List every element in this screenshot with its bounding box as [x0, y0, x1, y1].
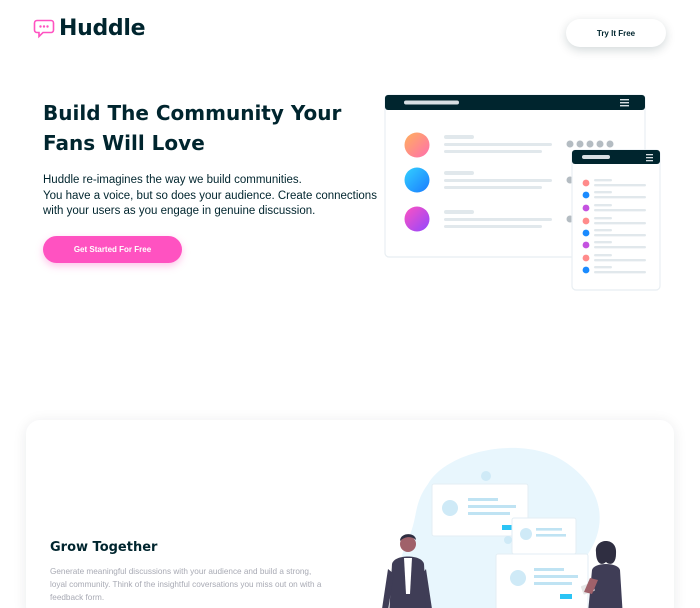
hero-title: Build The Community Your Fans Will Love — [43, 101, 342, 155]
feature-text: Generate meaningful discussions with you… — [50, 566, 360, 604]
hero-description-line: with your users as you engage in genuine… — [43, 205, 316, 217]
feature-text-line: feedback form. — [50, 592, 105, 602]
get-started-button[interactable]: Get Started For Free — [43, 236, 182, 263]
grow-together-illustration — [382, 447, 623, 608]
feature-title: Grow Together — [50, 540, 158, 555]
feature-text-line: Generate meaningful discussions with you… — [50, 567, 312, 576]
avatar — [404, 132, 430, 158]
chat-card — [495, 553, 589, 608]
feature-text-line: loyal community. Think of the insightful… — [50, 579, 322, 589]
avatar — [404, 206, 430, 232]
try-it-free-button[interactable]: Try It Free — [566, 19, 666, 47]
chat-bubble-icon — [33, 19, 55, 38]
brand-name: Huddle — [59, 16, 146, 41]
avatar — [404, 167, 430, 193]
logo[interactable]: Huddle — [33, 16, 146, 41]
feature-card: Grow Together Generate meaningful discus… — [26, 420, 674, 608]
chat-card — [511, 517, 577, 555]
hero-description: Huddle re-imagines the way we build comm… — [43, 173, 388, 220]
secondary-window-mockup — [571, 149, 661, 291]
site-header: Huddle Try It Free — [0, 0, 700, 80]
hero-illustration — [384, 94, 661, 291]
hero-description-line: You have a voice, but so does your audie… — [43, 189, 377, 202]
hero-description-line: Huddle re-imagines the way we build comm… — [43, 174, 302, 186]
